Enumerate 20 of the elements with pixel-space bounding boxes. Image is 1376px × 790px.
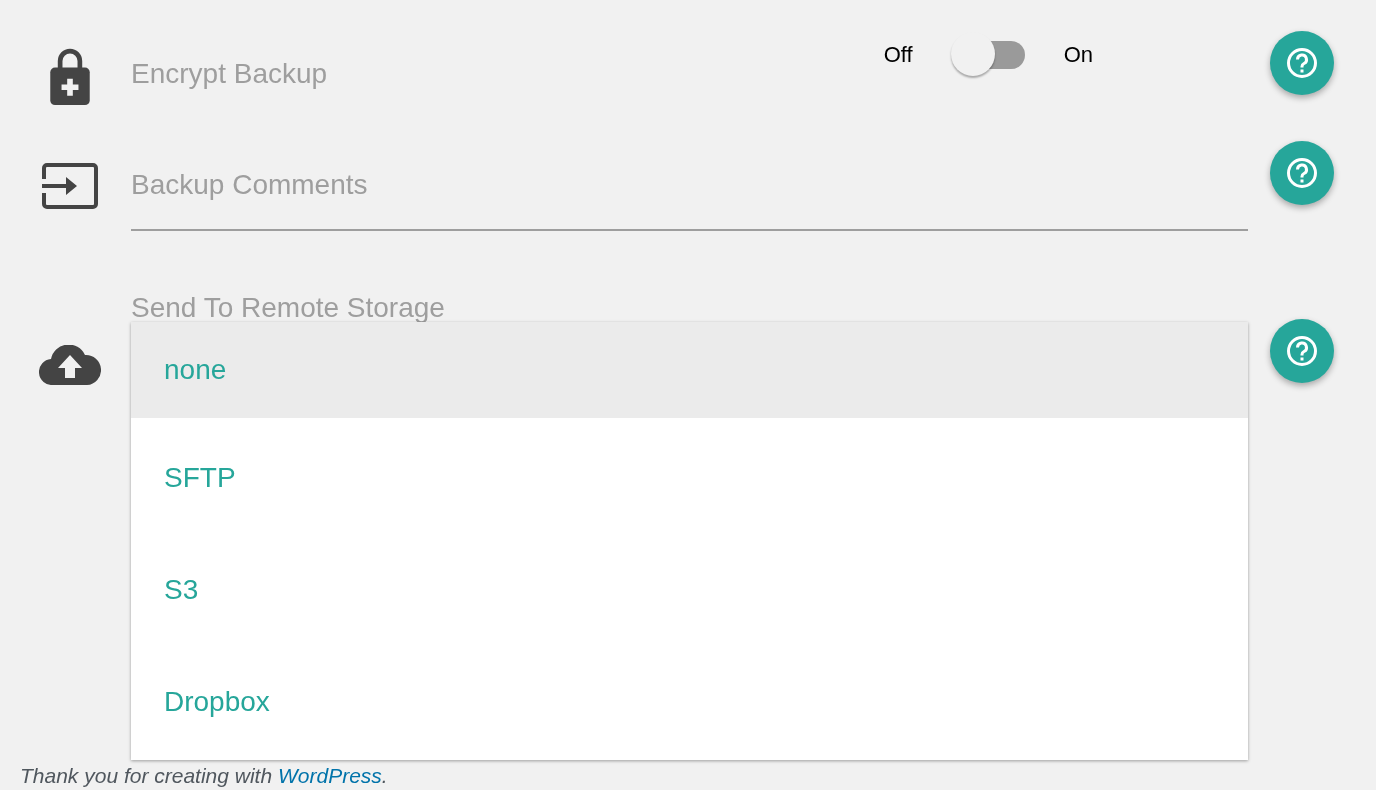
- menu-option[interactable]: Dropbox: [131, 642, 1248, 754]
- input-icon: [42, 163, 98, 209]
- help-icon: [1286, 47, 1318, 79]
- menu-option[interactable]: none: [131, 322, 1248, 418]
- help-icon: [1286, 157, 1318, 189]
- wordpress-link[interactable]: WordPress: [277, 764, 382, 787]
- field-label: Encrypt Backup: [131, 57, 328, 91]
- help-icon: [1286, 335, 1318, 367]
- menu-option[interactable]: S3: [131, 530, 1248, 642]
- help-button[interactable]: [1270, 319, 1334, 383]
- field-label: Send To Remote Storage: [131, 294, 445, 322]
- cloud-upload-icon: [39, 345, 101, 385]
- toggle-switch[interactable]: [950, 32, 1027, 78]
- help-button[interactable]: [1270, 31, 1334, 95]
- off-label: Off: [883, 42, 913, 68]
- comments-field[interactable]: Backup Comments: [131, 168, 1248, 202]
- footer-text: Thank you for creating with WordPress.: [20, 765, 389, 787]
- on-label: On: [1063, 42, 1093, 68]
- help-button[interactable]: [1270, 141, 1334, 205]
- menu-option[interactable]: SFTP: [131, 418, 1248, 530]
